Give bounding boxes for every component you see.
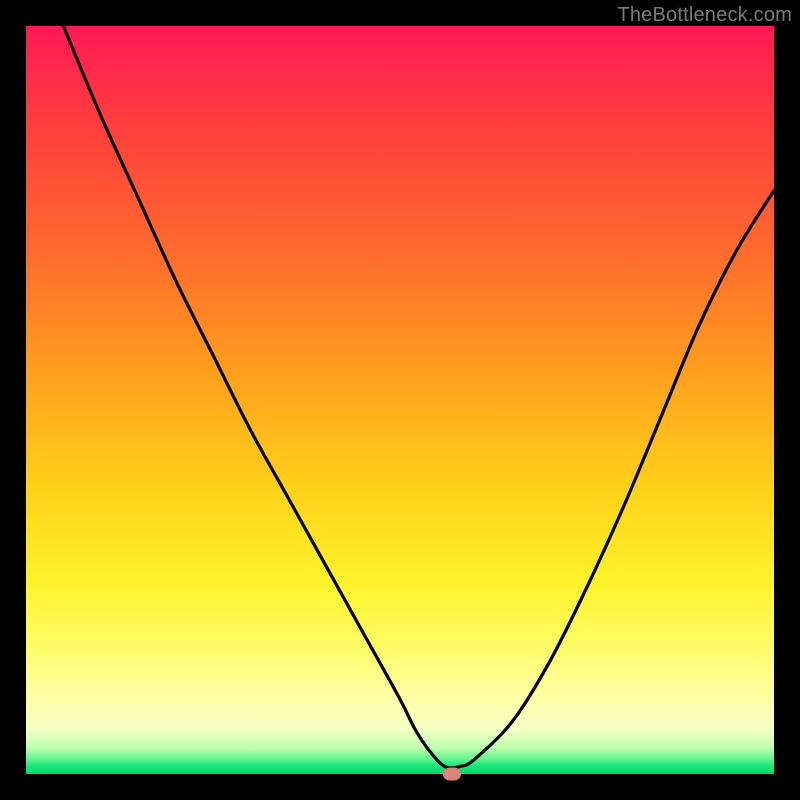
chart-frame: TheBottleneck.com (0, 0, 800, 800)
optimal-point-marker (443, 768, 461, 781)
bottleneck-curve (26, 26, 774, 774)
plot-area (26, 26, 774, 774)
watermark-text: TheBottleneck.com (617, 4, 792, 27)
